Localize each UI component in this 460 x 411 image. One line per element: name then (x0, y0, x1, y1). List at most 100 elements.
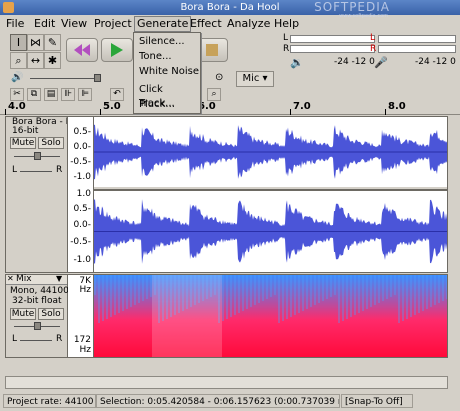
input-source-select[interactable]: Mic ▾ (236, 71, 274, 87)
output-volume-slider[interactable] (30, 78, 100, 79)
spectrogram-band (426, 275, 428, 309)
menu-help[interactable]: Help (272, 16, 301, 32)
gain-knob[interactable] (34, 322, 41, 330)
waveform-right-channel[interactable] (94, 189, 447, 272)
menu-view[interactable]: View (59, 16, 89, 32)
spectrogram[interactable] (94, 275, 447, 357)
waveform-right-svg (94, 199, 447, 264)
output-volume-knob[interactable] (94, 74, 101, 82)
meter-input-right-label: R (370, 44, 377, 54)
spectrogram-band (250, 275, 252, 307)
spectrogram-band (342, 275, 344, 321)
spectrogram-band (138, 275, 140, 303)
spectrogram-band (374, 275, 376, 305)
menu-project[interactable]: Project (92, 16, 134, 32)
spectrogram-band (350, 275, 352, 317)
project-rate[interactable]: Project rate: 44100 (3, 394, 96, 408)
selection-readout: Selection: 0:05.420584 - 0:06.157623 (0:… (96, 394, 340, 408)
spectrogram-band (398, 275, 400, 323)
spectrogram-band (226, 275, 228, 319)
mute-button[interactable]: Mute (10, 308, 36, 320)
spectrogram-band (442, 275, 444, 301)
cut-icon: ✂ (13, 89, 21, 99)
undo-button[interactable]: ↶ (110, 88, 124, 101)
spectrogram-band (386, 275, 388, 299)
spectrogram-band (98, 275, 100, 323)
spectrogram-band (358, 275, 360, 313)
spectrogram-band (290, 275, 292, 317)
input-meter-left (378, 35, 456, 43)
menu-item-click-track[interactable]: Click Track... (139, 83, 200, 109)
trim-button[interactable]: ⊪ (61, 88, 75, 101)
ibeam-icon: I (16, 36, 21, 49)
menu-analyze[interactable]: Analyze (225, 16, 272, 32)
track-bit-depth: 16-bit (12, 126, 39, 136)
copy-icon: ⧉ (30, 89, 38, 99)
timeline-ruler[interactable]: 4.0 5.0 6.0 7.0 8.0 (0, 101, 460, 115)
spectrogram-band (330, 275, 332, 297)
output-meter-speaker-icon[interactable]: 🔉 (290, 56, 304, 69)
play-button[interactable] (101, 38, 133, 62)
scale-label: 1.0 (76, 189, 91, 199)
project-rate-value[interactable]: 44100 (65, 397, 94, 407)
play-icon (111, 43, 123, 57)
freq-label-bottom: 172 (73, 335, 91, 345)
spectrogram-band (102, 275, 104, 321)
scale-label: 0.5- (73, 127, 91, 137)
menu-item-pluck[interactable]: Pluck... (139, 98, 175, 112)
menu-edit[interactable]: Edit (32, 16, 57, 32)
copy-button[interactable]: ⧉ (27, 88, 41, 101)
zoom-tool[interactable]: ⌕ (10, 52, 27, 69)
spectrogram-band (298, 275, 300, 313)
pan-slider[interactable] (20, 340, 52, 341)
waveform-left-channel[interactable] (94, 117, 447, 187)
scale-label: 0.0- (73, 142, 91, 152)
meter-input-left-label: L (370, 33, 376, 43)
menu-bar: File Edit View Project Generate Effect A… (0, 15, 460, 32)
pan-slider[interactable] (20, 171, 52, 172)
input-volume-icon: ⊙ (215, 72, 224, 83)
menu-item-tone[interactable]: Tone... (139, 50, 172, 64)
spectrogram-band (334, 275, 336, 295)
spectrogram-band (254, 275, 256, 305)
solo-button[interactable]: Solo (38, 137, 64, 149)
cut-button[interactable]: ✂ (10, 88, 24, 101)
spectrogram-band (382, 275, 384, 301)
ruler-label: 7.0 (293, 101, 311, 112)
timeshift-tool[interactable]: ↔ (27, 52, 44, 69)
ruler-label: 8.0 (388, 101, 406, 112)
envelope-tool[interactable]: ⋈ (27, 34, 44, 51)
menu-file[interactable]: File (4, 16, 26, 32)
menu-generate[interactable]: Generate (134, 16, 192, 32)
menu-item-silence[interactable]: Silence... (139, 35, 185, 49)
solo-button[interactable]: Solo (38, 308, 64, 320)
silence-button[interactable]: ⊫ (78, 88, 92, 101)
zoom-fit-button[interactable]: ⌕ (207, 88, 221, 101)
ruler-tick (385, 109, 386, 115)
menu-item-white-noise[interactable]: White Noise (139, 65, 199, 79)
chevron-down-icon[interactable]: ▼ (56, 274, 62, 283)
gain-knob[interactable] (34, 152, 41, 160)
skip-start-button[interactable] (66, 38, 98, 62)
spectrogram-band (130, 275, 132, 307)
mute-button[interactable]: Mute (10, 137, 36, 149)
paste-button[interactable]: ▤ (44, 88, 58, 101)
skip-start-icon (74, 44, 90, 56)
menu-effect[interactable]: Effect (188, 16, 224, 32)
window-title: Bora Bora - Da Hool (180, 2, 280, 13)
spectrogram-band (282, 275, 284, 321)
spectrogram-band (362, 275, 364, 311)
selection-tool[interactable]: I (10, 34, 27, 51)
track-header[interactable]: ✕ Mix ▼ (6, 274, 67, 285)
draw-tool[interactable]: ✎ (44, 34, 61, 51)
spectrogram-band (378, 275, 380, 303)
waveform-left-svg (94, 124, 447, 180)
asterisk-icon: ✱ (47, 54, 58, 67)
stop-icon (206, 44, 218, 56)
multi-tool[interactable]: ✱ (44, 52, 61, 69)
close-icon[interactable]: ✕ (7, 274, 14, 283)
mic-icon[interactable]: 🎤 (374, 56, 388, 69)
horizontal-scrollbar[interactable] (5, 376, 448, 389)
spectrogram-band (422, 275, 424, 311)
spectrogram-band (110, 275, 112, 317)
